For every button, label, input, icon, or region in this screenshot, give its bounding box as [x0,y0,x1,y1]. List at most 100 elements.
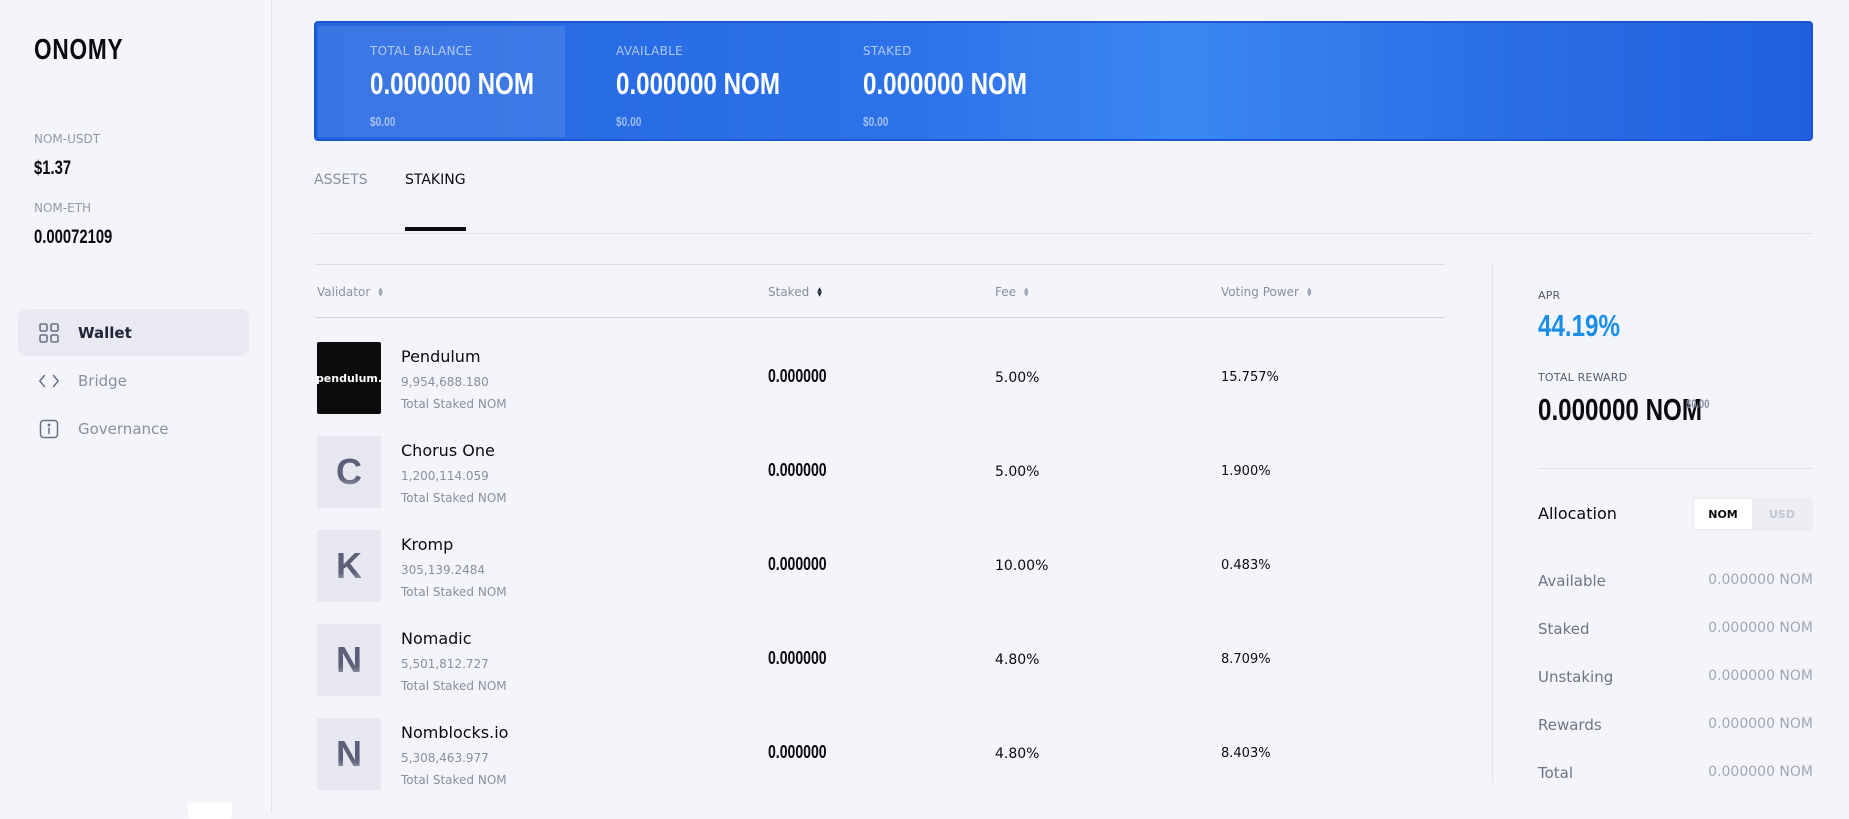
active-tab-indicator [405,227,466,231]
nav-item-governance[interactable]: Governance [18,405,249,452]
allocation-row-unstaking: Unstaking 0.000000 NOM [1538,668,1813,688]
balance-usd: $0.00 [616,114,642,129]
table-row[interactable]: C Chorus One 1,200,114.059 Total Staked … [315,436,1445,530]
balance-value: 0.000000 NOM [370,66,534,101]
fee-value: 4.80% [995,652,1040,668]
panel-divider [1492,264,1493,782]
allocation-value: 0.000000 NOM [1708,572,1813,588]
balance-label: TOTAL BALANCE [370,44,473,58]
nav-label-wallet: Wallet [78,323,132,342]
fee-value: 10.00% [995,558,1049,574]
column-label: Validator [317,285,371,299]
voting-power-value: 8.403% [1221,746,1271,761]
summary-divider [1538,468,1813,469]
sort-icon: ▲ ▼ [1024,286,1029,298]
code-brackets-icon [38,370,60,392]
allocation-value: 0.000000 NOM [1708,764,1813,780]
allocation-value: 0.000000 NOM [1708,620,1813,636]
table-row[interactable]: K Kromp 305,139.2484 Total Staked NOM 0.… [315,530,1445,624]
balance-label: AVAILABLE [616,44,684,58]
tab-bar: ASSETS STAKING [314,170,1813,234]
allocation-value: 0.000000 NOM [1708,668,1813,684]
avatar-letter: N [336,639,362,680]
staked-value: 0.000000 [768,460,827,480]
column-header-fee[interactable]: Fee ▲ ▼ [995,285,1029,299]
staked-value: 0.000000 [768,648,827,668]
validator-avatar: K [317,530,381,602]
tab-assets[interactable]: ASSETS [314,172,368,188]
allocation-label: Rewards [1538,716,1602,734]
allocation-value: 0.000000 NOM [1708,716,1813,732]
balance-card-staked: STAKED 0.000000 NOM $0.00 [811,26,1058,139]
balance-usd: $0.00 [863,114,889,129]
balance-card-total: TOTAL BALANCE 0.000000 NOM $0.00 [318,26,565,137]
validator-total-staked: 5,501,812.727 [401,657,489,671]
tab-staking[interactable]: STAKING [405,172,466,188]
table-header: Validator ▲ ▼ Staked ▲ ▼ Fee ▲ ▼ Voting Pow… [315,264,1445,318]
validator-total-label: Total Staked NOM [401,397,507,411]
info-icon [38,418,60,440]
grid-icon [38,322,60,344]
balance-label: STAKED [863,44,912,58]
nav-label-bridge: Bridge [78,371,127,390]
price-value-nom-usdt: $1.37 [34,158,72,179]
column-label: Voting Power [1221,285,1299,299]
validator-total-staked: 1,200,114.059 [401,469,489,483]
validator-total-staked: 9,954,688.180 [401,375,489,389]
allocation-label: Available [1538,572,1606,590]
nav-item-wallet[interactable]: Wallet [18,309,249,356]
sort-icon: ▲ ▼ [378,286,383,298]
balance-card-available: AVAILABLE 0.000000 NOM $0.00 [564,26,811,139]
staked-value: 0.000000 [768,554,827,574]
apr-value: 44.19% [1538,308,1621,343]
staked-value: 0.000000 [768,742,827,762]
fee-value: 5.00% [995,464,1040,480]
logo: ONOMY [34,34,124,66]
column-header-voting-power[interactable]: Voting Power ▲ ▼ [1221,285,1312,299]
validator-table: Validator ▲ ▼ Staked ▲ ▼ Fee ▲ ▼ Voting Pow… [315,264,1445,790]
avatar-letter: N [336,733,362,774]
allocation-title: Allocation [1538,504,1617,523]
voting-power-value: 1.900% [1221,464,1271,479]
column-header-validator[interactable]: Validator ▲ ▼ [317,285,383,299]
validator-total-staked: 305,139.2484 [401,563,485,577]
total-reward-value: 0.000000 NOM [1538,392,1702,427]
validator-avatar: N [317,624,381,696]
price-label-nom-eth: NOM-ETH [34,201,92,215]
toggle-usd-button[interactable]: USD [1753,499,1811,529]
voting-power-value: 0.483% [1221,558,1271,573]
validator-total-staked: 5,308,463.977 [401,751,489,765]
balance-usd: $0.00 [370,114,396,129]
validator-avatar: N [317,718,381,790]
validator-avatar: C [317,436,381,508]
sidebar-footer-toggle[interactable] [188,803,232,819]
column-label: Fee [995,285,1017,299]
allocation-row-rewards: Rewards 0.000000 NOM [1538,716,1813,736]
validator-name: Nomblocks.io [401,723,509,742]
balance-value: 0.000000 NOM [616,66,780,101]
column-header-staked[interactable]: Staked ▲ ▼ [768,285,822,299]
validator-avatar: pendulum. [316,342,382,414]
table-row[interactable]: pendulum. Pendulum 9,954,688.180 Total S… [315,342,1445,436]
nav-item-bridge[interactable]: Bridge [18,357,249,404]
validator-total-label: Total Staked NOM [401,679,507,693]
fee-value: 4.80% [995,746,1040,762]
table-row[interactable]: N Nomadic 5,501,812.727 Total Staked NOM… [315,624,1445,718]
allocation-label: Unstaking [1538,668,1614,686]
balance-banner: TOTAL BALANCE 0.000000 NOM $0.00 AVAILAB… [314,21,1813,141]
avatar-letter: K [336,545,362,586]
total-reward-label: TOTAL REWARD [1538,371,1628,384]
allocation-row-available: Available 0.000000 NOM [1538,572,1813,592]
validator-name: Pendulum [401,347,481,366]
toggle-nom-button[interactable]: NOM [1694,499,1752,529]
price-value-nom-eth: 0.00072109 [34,227,113,248]
validator-total-label: Total Staked NOM [401,491,507,505]
validator-name: Chorus One [401,441,495,460]
fee-value: 5.00% [995,370,1040,386]
validator-name: Kromp [401,535,454,554]
allocation-label: Staked [1538,620,1590,638]
allocation-row-staked: Staked 0.000000 NOM [1538,620,1813,640]
avatar-letter: C [336,451,362,492]
sort-icon: ▲ ▼ [817,286,822,298]
table-row[interactable]: N Nomblocks.io 5,308,463.977 Total Stake… [315,718,1445,812]
